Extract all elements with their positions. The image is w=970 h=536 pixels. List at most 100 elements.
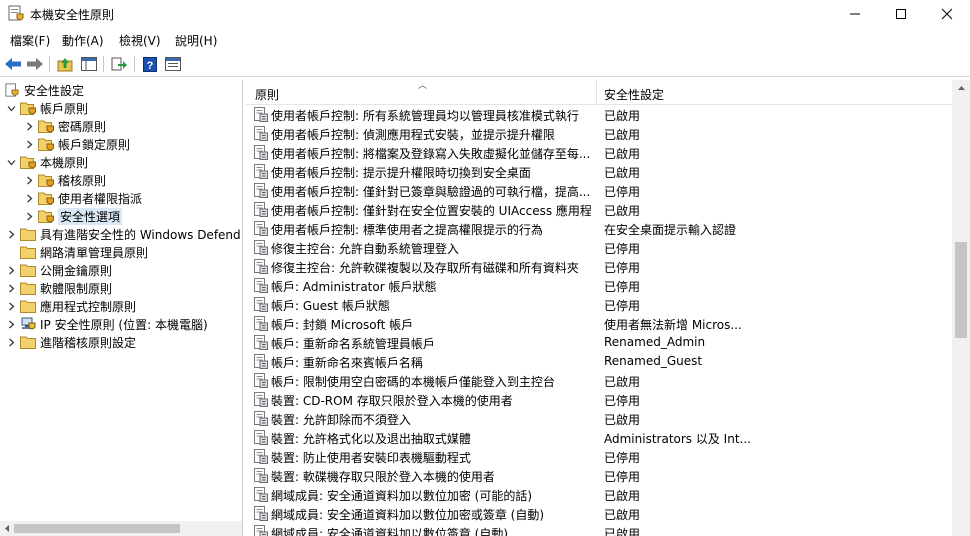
tree-item-windows-defender-firewall[interactable]: 具有進階安全性的 Windows Defend — [6, 225, 241, 243]
table-row[interactable]: 使用者帳戶控制: 偵測應用程式安裝，並提示提升權限 已啟用 — [246, 124, 952, 143]
table-row[interactable]: 帳戶: 封鎖 Microsoft 帳戶 使用者無法新增 Micros... — [246, 314, 952, 333]
policy-item-icon — [254, 411, 268, 426]
collapse-icon[interactable] — [6, 157, 16, 167]
menu-file[interactable]: 檔案(F) — [10, 32, 50, 49]
security-setting-value: 已啟用 — [604, 527, 641, 536]
expand-icon[interactable] — [6, 283, 16, 293]
table-row[interactable]: 裝置: 軟碟機存取只限於登入本機的使用者 已停用 — [246, 466, 952, 485]
tree-item-network-list-manager[interactable]: 網路清單管理員原則 — [20, 243, 148, 261]
table-row[interactable]: 帳戶: Guest 帳戶狀態 已停用 — [246, 295, 952, 314]
help-button[interactable]: ? — [141, 55, 159, 73]
expand-icon[interactable] — [6, 337, 16, 347]
menu-help[interactable]: 說明(H) — [175, 32, 217, 49]
column-header-policy[interactable]: 原則 — [255, 86, 279, 103]
tree-label: 安全性設定 — [24, 83, 85, 98]
expand-icon[interactable] — [24, 211, 34, 221]
expand-icon[interactable] — [6, 229, 16, 239]
tree-item-public-key-policies[interactable]: 公開金鑰原則 — [6, 261, 112, 279]
tree-item-security-options[interactable]: 安全性選項 — [24, 207, 123, 225]
toolbar-separator — [134, 56, 135, 72]
table-row[interactable]: 修復主控台: 允許自動系統管理登入 已停用 — [246, 238, 952, 257]
scrollbar-thumb[interactable] — [955, 242, 967, 338]
tree-label: 帳戶鎖定原則 — [58, 137, 131, 152]
properties-button[interactable] — [164, 55, 182, 73]
show-hide-tree-button[interactable] — [80, 55, 98, 73]
window-title: 本機安全性原則 — [30, 8, 115, 22]
table-row[interactable]: 使用者帳戶控制: 標準使用者之提高權限提示的行為 在安全桌面提示輸入認證 — [246, 219, 952, 238]
table-row[interactable]: 網域成員: 安全通道資料加以數位加密 (可能的話) 已啟用 — [246, 485, 952, 504]
tree-item-advanced-audit-policy[interactable]: 進階稽核原則設定 — [6, 333, 136, 351]
forward-icon — [27, 58, 43, 70]
table-row[interactable]: 網域成員: 安全通道資料加以數位簽章 (自動) 已啟用 — [246, 523, 952, 536]
table-row[interactable]: 使用者帳戶控制: 將檔案及登錄寫入失敗虛擬化並儲存至每... 已啟用 — [246, 143, 952, 162]
tree-item-account-policies[interactable]: 帳戶原則 — [6, 99, 88, 117]
expand-icon[interactable] — [24, 121, 34, 131]
tree-item-software-restriction[interactable]: 軟體限制原則 — [6, 279, 112, 297]
tree-horizontal-scrollbar[interactable] — [0, 521, 242, 536]
tree-item-local-policies[interactable]: 本機原則 — [6, 153, 88, 171]
security-setting-value: 已啟用 — [604, 508, 641, 522]
scroll-up-icon[interactable] — [957, 84, 966, 92]
column-divider[interactable] — [596, 80, 597, 104]
tree-item-ip-security-policies[interactable]: IP 安全性原則 (位置: 本機電腦) — [6, 315, 208, 333]
table-row[interactable]: 裝置: CD-ROM 存取只限於登入本機的使用者 已停用 — [246, 390, 952, 409]
folder-icon — [38, 120, 54, 133]
expand-icon[interactable] — [24, 193, 34, 203]
policy-name: 帳戶: Guest 帳戶狀態 — [271, 299, 390, 313]
expand-icon[interactable] — [24, 139, 34, 149]
tree-item-password-policy[interactable]: 密碼原則 — [24, 117, 106, 135]
security-setting-value: 已停用 — [604, 185, 641, 199]
scrollbar-thumb[interactable] — [14, 524, 180, 533]
up-folder-icon — [57, 57, 73, 71]
up-one-level-button[interactable] — [56, 55, 74, 73]
title-bar: 本機安全性原則 — [0, 0, 970, 28]
table-row[interactable]: 網域成員: 安全通道資料加以數位加密或簽章 (自動) 已啟用 — [246, 504, 952, 523]
table-row[interactable]: 帳戶: Administrator 帳戶狀態 已停用 — [246, 276, 952, 295]
collapse-icon[interactable] — [6, 103, 16, 113]
forward-button[interactable] — [26, 55, 44, 73]
security-setting-value: 已啟用 — [604, 109, 641, 123]
policy-item-icon — [254, 392, 268, 407]
policy-item-icon — [254, 164, 268, 179]
security-setting-value: 已停用 — [604, 242, 641, 256]
security-setting-value: 已啟用 — [604, 413, 641, 427]
table-row[interactable]: 帳戶: 重新命名系統管理員帳戶 Renamed_Admin — [246, 333, 952, 352]
maximize-button[interactable] — [878, 0, 924, 28]
tree-item-security-settings[interactable]: 安全性設定 — [4, 81, 84, 99]
menu-action[interactable]: 動作(A) — [62, 32, 104, 49]
export-list-icon — [111, 57, 127, 70]
folder-icon — [20, 336, 36, 349]
tree-label: 應用程式控制原則 — [40, 299, 137, 314]
policy-list: ︿ 原則 安全性設定 使用者帳戶控制: 所有系統管理員均以管理員核准模式執行 已… — [246, 80, 952, 536]
back-button[interactable] — [4, 55, 22, 73]
minimize-button[interactable] — [832, 0, 878, 28]
menu-view[interactable]: 檢視(V) — [119, 32, 161, 49]
tree-item-user-rights-assignment[interactable]: 使用者權限指派 — [24, 189, 142, 207]
expand-icon[interactable] — [24, 175, 34, 185]
table-row[interactable]: 使用者帳戶控制: 提示提升權限時切換到安全桌面 已啟用 — [246, 162, 952, 181]
column-header-security-setting[interactable]: 安全性設定 — [604, 86, 664, 103]
policy-item-icon — [254, 297, 268, 312]
table-row[interactable]: 帳戶: 重新命名來賓帳戶名稱 Renamed_Guest — [246, 352, 952, 371]
expand-icon[interactable] — [6, 301, 16, 311]
expand-icon[interactable] — [6, 319, 16, 329]
close-button[interactable] — [924, 0, 970, 28]
expand-icon[interactable] — [6, 265, 16, 275]
scroll-left-icon[interactable] — [3, 524, 11, 533]
export-list-button[interactable] — [110, 55, 128, 73]
tree-item-account-lockout-policy[interactable]: 帳戶鎖定原則 — [24, 135, 130, 153]
table-row[interactable]: 帳戶: 限制使用空白密碼的本機帳戶僅能登入到主控台 已啟用 — [246, 371, 952, 390]
table-row[interactable]: 使用者帳戶控制: 僅針對已簽章與驗證過的可執行檔，提高... 已停用 — [246, 181, 952, 200]
table-row[interactable]: 裝置: 允許卸除而不須登入 已啟用 — [246, 409, 952, 428]
table-row[interactable]: 使用者帳戶控制: 所有系統管理員均以管理員核准模式執行 已啟用 — [246, 105, 952, 124]
list-vertical-scrollbar[interactable] — [952, 80, 970, 536]
tree-item-audit-policy[interactable]: 稽核原則 — [24, 171, 106, 189]
table-row[interactable]: 使用者帳戶控制: 僅針對在安全位置安裝的 UIAccess 應用程... 已啟用 — [246, 200, 952, 219]
table-row[interactable]: 裝置: 允許格式化以及退出抽取式媒體 Administrators 以及 Int… — [246, 428, 952, 447]
policy-name: 裝置: 允許格式化以及退出抽取式媒體 — [271, 432, 471, 446]
table-row[interactable]: 裝置: 防止使用者安裝印表機驅動程式 已停用 — [246, 447, 952, 466]
table-row[interactable]: 修復主控台: 允許軟碟複製以及存取所有磁碟和所有資料夾 已停用 — [246, 257, 952, 276]
tree-item-application-control[interactable]: 應用程式控制原則 — [6, 297, 136, 315]
tree-label: 進階稽核原則設定 — [40, 335, 137, 350]
tree-label: 網路清單管理員原則 — [40, 245, 149, 260]
